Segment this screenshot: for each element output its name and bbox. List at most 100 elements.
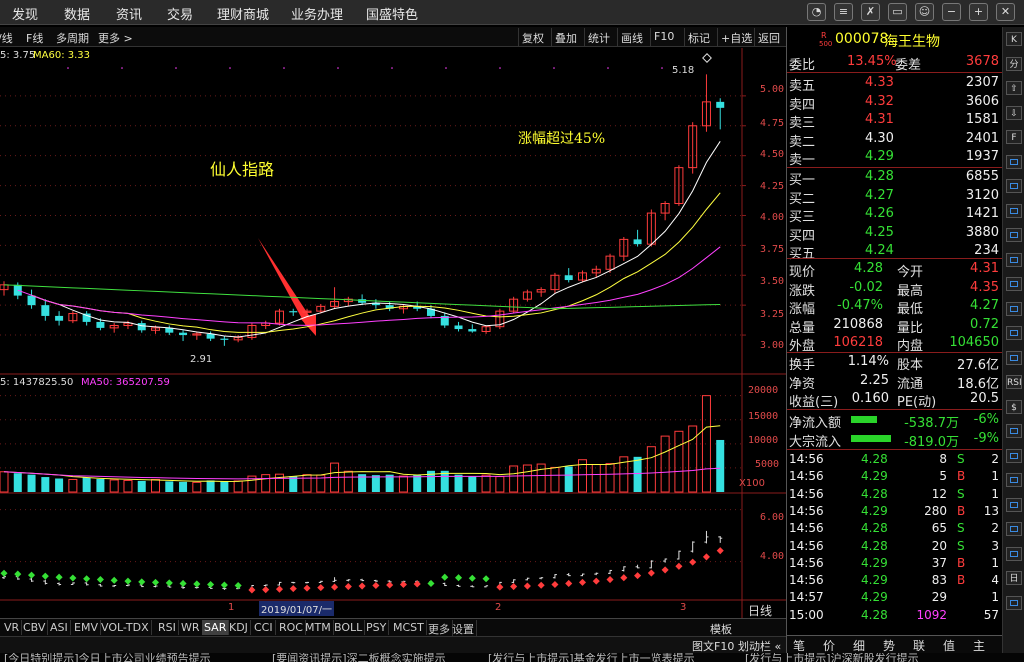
sar-dot bbox=[234, 581, 242, 590]
toolbar-f-line[interactable]: F线 bbox=[26, 30, 43, 46]
alert-icon[interactable] bbox=[1006, 473, 1022, 487]
message-icon[interactable]: ◔ bbox=[807, 3, 826, 21]
panel-tab[interactable]: 细 bbox=[853, 637, 865, 654]
toolbar-f10[interactable]: F10 bbox=[650, 28, 677, 46]
book-icon[interactable] bbox=[1006, 546, 1022, 561]
flow-label: 净流入额 bbox=[789, 416, 842, 431]
volume-ma5-line bbox=[3, 425, 721, 482]
calc-icon[interactable] bbox=[1006, 497, 1022, 512]
panel-tab[interactable]: 主 bbox=[973, 637, 985, 654]
indicator-tab[interactable]: BOLL bbox=[332, 620, 366, 635]
indicator-tab[interactable]: ASI bbox=[48, 620, 71, 635]
calendar-icon[interactable]: 日 bbox=[1006, 571, 1022, 585]
chart-icon[interactable] bbox=[1006, 154, 1022, 169]
sar-dot bbox=[689, 558, 697, 566]
sar-dot bbox=[399, 580, 407, 589]
line-chart-icon[interactable] bbox=[1006, 252, 1022, 267]
toolbar-more[interactable]: 更多 > bbox=[98, 30, 133, 46]
chart-canvas[interactable] bbox=[0, 48, 786, 618]
toolbar-add-watchlist[interactable]: +自选 bbox=[717, 28, 755, 46]
indicator-tab[interactable]: EMV bbox=[72, 620, 101, 635]
menu-news[interactable]: 资讯 bbox=[116, 4, 142, 23]
menu-discover[interactable]: 发现 bbox=[12, 4, 38, 23]
up-arrow-icon[interactable]: ⇧ bbox=[1006, 81, 1022, 95]
table-icon[interactable] bbox=[1006, 203, 1022, 218]
volume-bar bbox=[591, 464, 601, 493]
period-label[interactable]: 日线 bbox=[748, 602, 772, 619]
candle-icon[interactable] bbox=[1006, 277, 1022, 291]
cross-icon[interactable] bbox=[1006, 350, 1022, 365]
indicator-tab[interactable]: CCI bbox=[252, 620, 276, 635]
menu-data[interactable]: 数据 bbox=[64, 4, 90, 23]
indicator-tab[interactable]: ROC bbox=[277, 620, 306, 635]
list-icon[interactable] bbox=[1006, 301, 1022, 316]
minute-icon[interactable]: 分 bbox=[1006, 56, 1022, 71]
template-button[interactable]: 模板 bbox=[710, 621, 732, 637]
compare-icon[interactable] bbox=[1006, 326, 1022, 340]
news-icon[interactable] bbox=[1006, 448, 1022, 463]
kline-chart[interactable]: 5: 3.75 MA60: 3.33 5: 1437825.50 MA50: 3… bbox=[0, 48, 786, 618]
indicator-tab[interactable]: MTM bbox=[303, 620, 334, 635]
settings-icon[interactable]: ≡ bbox=[834, 3, 853, 21]
tick-price: 4.28 bbox=[861, 538, 888, 553]
tick-row: 14:56 4.28 20 S 3 bbox=[787, 538, 1003, 557]
toolbar-back[interactable]: 返回 bbox=[754, 28, 783, 46]
toolbar-overlay[interactable]: 叠加 bbox=[551, 28, 580, 46]
order-price: 4.26 bbox=[865, 206, 894, 222]
monitor-icon[interactable]: ▭ bbox=[888, 3, 907, 21]
news-item[interactable]: [要闻资讯提示]深二板概念实施提示 bbox=[272, 653, 446, 662]
close-icon[interactable]: ✕ bbox=[996, 3, 1015, 21]
panel-tab[interactable]: 联 bbox=[913, 637, 925, 654]
toolbar-mark[interactable]: 标记 bbox=[684, 28, 713, 46]
menu-trade[interactable]: 交易 bbox=[167, 4, 193, 23]
quote-value: 104650 bbox=[949, 335, 999, 350]
indicator-tab[interactable]: RSI bbox=[156, 620, 179, 635]
panel-tab[interactable]: 值 bbox=[943, 637, 955, 654]
tools-icon[interactable]: ✗ bbox=[861, 3, 880, 21]
indicator-tab[interactable]: PSY bbox=[364, 620, 390, 635]
volume-bar bbox=[82, 477, 91, 492]
customer-service-icon[interactable]: ☺ bbox=[915, 3, 934, 21]
sar-dot bbox=[454, 574, 463, 582]
menu-finance-mall[interactable]: 理财商城 bbox=[217, 4, 269, 23]
bar-chart-icon[interactable] bbox=[1006, 228, 1022, 242]
sell-order-row: 卖二 4.30 2401 bbox=[787, 130, 1003, 150]
indicator-tab[interactable]: WR bbox=[179, 620, 203, 635]
indicator-tab[interactable]: MCST bbox=[391, 620, 427, 635]
menu-guosheng[interactable]: 国盛特色 bbox=[366, 4, 418, 23]
indicator-tab[interactable]: VOL-TDX bbox=[99, 620, 152, 635]
toolbar-stats[interactable]: 统计 bbox=[584, 28, 613, 46]
indicator-tab[interactable]: SAR bbox=[202, 620, 230, 635]
star-icon[interactable] bbox=[1006, 522, 1022, 536]
indicator-tab[interactable]: KDJ bbox=[227, 620, 251, 635]
news-item[interactable]: [今日特别提示]今日上市公司业绩预告提示 bbox=[4, 653, 211, 662]
indicator-tab[interactable]: CBV bbox=[21, 620, 49, 635]
divider bbox=[787, 72, 1003, 73]
toolbar-multi-period[interactable]: 多周期 bbox=[56, 30, 89, 46]
panel-tab[interactable]: 势 bbox=[883, 637, 895, 654]
toolbar-draw[interactable]: 画线 bbox=[617, 28, 646, 46]
marker-dot bbox=[607, 67, 609, 69]
toolbar-line-mode[interactable]: /线 bbox=[0, 30, 13, 46]
divider bbox=[787, 258, 1003, 259]
panel-tab[interactable]: 价 bbox=[823, 637, 835, 654]
money-icon[interactable]: $ bbox=[1006, 399, 1022, 414]
down-arrow-icon[interactable]: ⇩ bbox=[1006, 105, 1022, 120]
sar-dot bbox=[510, 583, 518, 591]
kline-icon[interactable]: K bbox=[1006, 32, 1022, 46]
menu-business[interactable]: 业务办理 bbox=[291, 4, 343, 23]
trend-icon[interactable] bbox=[1006, 424, 1022, 438]
news-item[interactable]: [发行与上市提示]沪深新股发行提示 bbox=[745, 653, 919, 662]
minimize-icon[interactable]: − bbox=[942, 3, 961, 21]
more-icon[interactable] bbox=[1006, 595, 1022, 610]
f10-icon[interactable]: F bbox=[1006, 130, 1022, 144]
grid-icon[interactable] bbox=[1006, 179, 1022, 193]
news-item[interactable]: [发行与上市提示]基金发行上市一览表提示 bbox=[488, 653, 695, 662]
indicator-tab[interactable]: VR bbox=[2, 620, 23, 635]
rsi-icon[interactable]: RSI bbox=[1006, 375, 1022, 389]
f10-link[interactable]: 图文F10 bbox=[692, 638, 734, 654]
panel-tab[interactable]: 笔 bbox=[793, 637, 805, 654]
maximize-icon[interactable]: + bbox=[969, 3, 988, 21]
scroll-bar-toggle[interactable]: 划动栏 « bbox=[738, 638, 781, 654]
toolbar-adjust[interactable]: 复权 bbox=[518, 28, 547, 46]
